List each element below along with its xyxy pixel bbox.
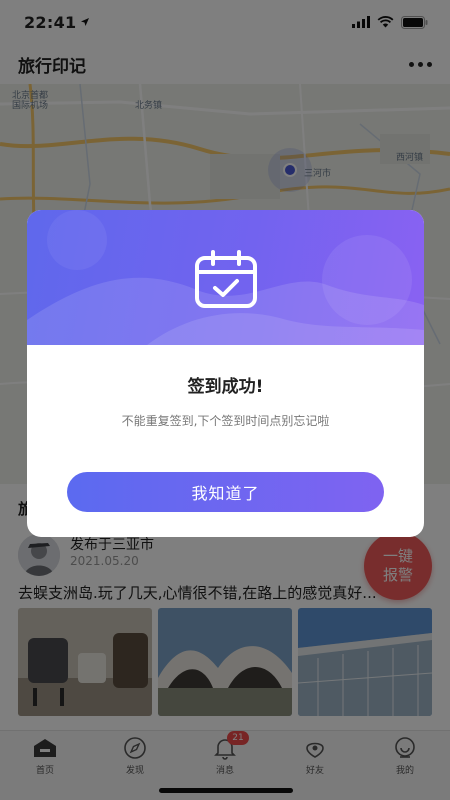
- confirm-button[interactable]: 我知道了: [67, 472, 384, 512]
- dialog-message: 不能重复签到,下个签到时间点别忘记啦: [121, 414, 330, 428]
- dialog-title: 签到成功!: [187, 377, 264, 397]
- checkin-success-dialog: 签到成功! 不能重复签到,下个签到时间点别忘记啦 我知道了: [27, 210, 424, 537]
- calendar-check-icon: [193, 250, 259, 310]
- dialog-header-banner: [27, 210, 424, 345]
